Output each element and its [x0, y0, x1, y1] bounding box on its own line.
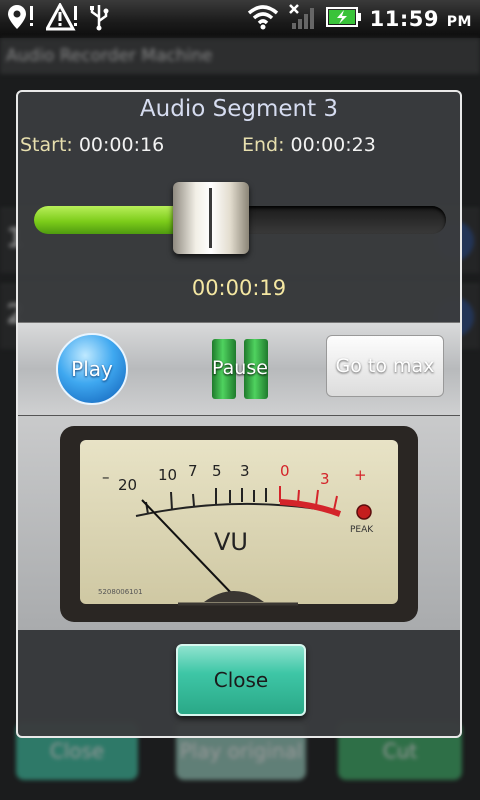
- clock-time: 11:59: [369, 7, 439, 31]
- start-time: Start: 00:00:16: [20, 134, 164, 156]
- dialog-title: Audio Segment 3: [139, 96, 339, 122]
- vu-meter-face: [80, 440, 398, 604]
- playback-controls: Play Pause Go to max: [18, 322, 460, 417]
- peak-led-icon: [356, 504, 372, 520]
- peak-label: PEAK: [350, 525, 374, 535]
- vu-scale-3: 3: [240, 462, 250, 480]
- vu-scale-0: 0: [280, 462, 290, 480]
- start-value: 00:00:16: [78, 134, 165, 156]
- warning-icon: [44, 1, 78, 35]
- vu-scale-20: 20: [118, 476, 137, 494]
- vu-label: VU: [214, 528, 248, 556]
- pause-label: Pause: [212, 357, 268, 379]
- clock-ampm: PM: [446, 14, 472, 30]
- vu-scale-red-3: 3: [320, 470, 330, 488]
- end-value: 00:00:23: [290, 134, 376, 156]
- current-position-time: 00:00:19: [191, 276, 287, 300]
- vu-serial: 5208006101: [98, 588, 143, 596]
- pause-button[interactable]: Pause: [208, 339, 272, 399]
- location-alert-icon: [6, 3, 36, 35]
- position-slider-thumb[interactable]: [173, 182, 250, 254]
- wifi-icon: [246, 4, 280, 34]
- vu-scale-5: 5: [212, 462, 222, 480]
- status-bar: 11:59 PM: [0, 0, 480, 38]
- close-button[interactable]: Close: [176, 644, 306, 716]
- status-clock: 11:59 PM: [370, 7, 472, 31]
- vu-meter-panel: – 20 10 7 5 3 0 3 + VU PEAK 5208006101: [18, 416, 460, 630]
- vu-plus-sign: +: [354, 466, 367, 484]
- go-to-max-button[interactable]: Go to max: [326, 335, 444, 397]
- vu-scale-10: 10: [158, 466, 177, 484]
- vu-scale-7: 7: [188, 462, 198, 480]
- audio-segment-dialog: Audio Segment 3 Start: 00:00:16 End: 00:00…: [16, 90, 462, 738]
- vu-meter: – 20 10 7 5 3 0 3 + VU PEAK 5208006101: [60, 426, 418, 622]
- background-app-title: Audio Recorder Machine: [0, 38, 480, 74]
- no-signal-icon: [288, 3, 318, 35]
- battery-charging-icon: [325, 6, 362, 32]
- end-time: End: 00:00:23: [242, 134, 376, 156]
- vu-minus-sign: –: [102, 468, 110, 486]
- end-label: End:: [242, 134, 285, 156]
- slider-thumb-grip: [209, 188, 213, 248]
- start-label: Start:: [20, 134, 73, 156]
- play-button[interactable]: Play: [56, 333, 128, 405]
- usb-icon: [88, 3, 110, 35]
